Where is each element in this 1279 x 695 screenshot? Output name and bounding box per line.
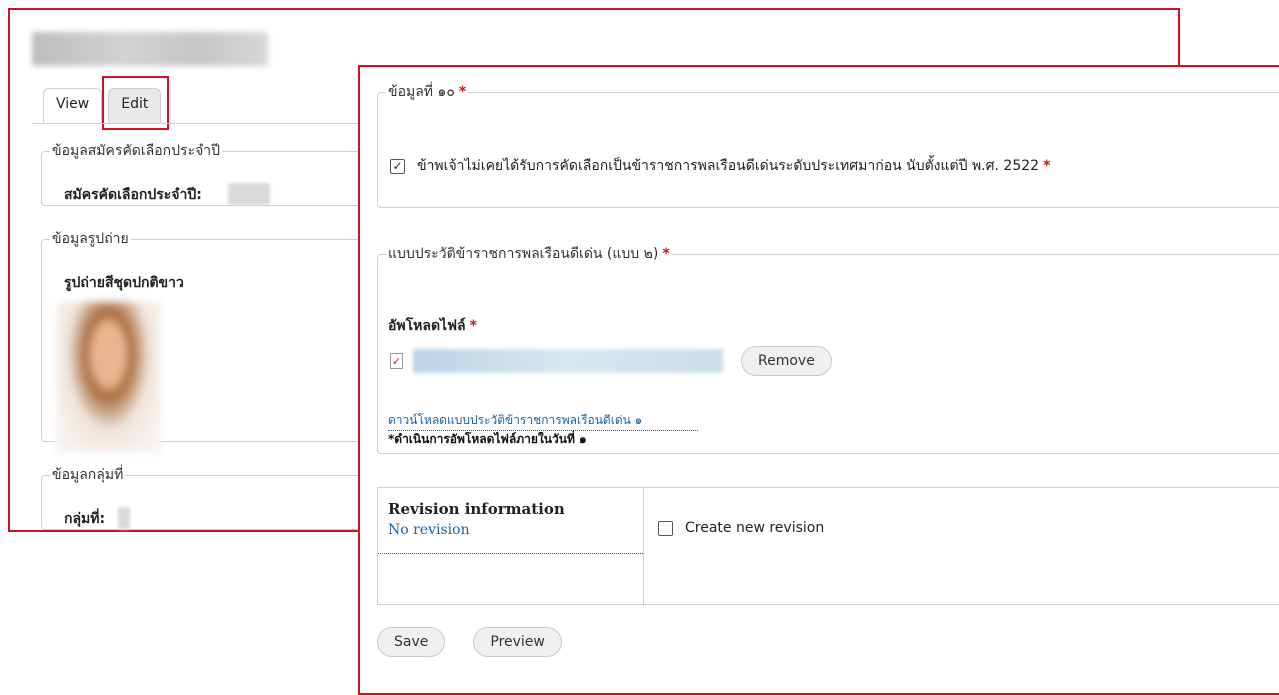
required-mark: * — [469, 318, 477, 334]
remove-button[interactable]: Remove — [741, 346, 832, 376]
redacted-page-title — [32, 32, 268, 66]
photo-label: รูปถ่ายสีชุดปกติขาว — [64, 275, 184, 291]
save-button[interactable]: Save — [377, 627, 446, 657]
edit-form-panel: ข้อมูลที่ ๑๐ * ✓ ข้าพเจ้าไม่เคยได้รับการค… — [358, 65, 1279, 695]
revision-vertical-tab[interactable]: Revision information No revision — [378, 488, 643, 554]
redacted-file-name[interactable] — [413, 349, 723, 373]
revision-information-box: Revision information No revision Create … — [377, 487, 1279, 606]
required-mark: * — [662, 246, 670, 262]
create-revision-row[interactable]: Create new revision — [658, 520, 824, 536]
declaration-label: ข้าพเจ้าไม่เคยได้รับการคัดเลือกเป็นข้ารา… — [417, 158, 1040, 174]
required-mark: * — [458, 84, 467, 100]
declaration-checkbox-row[interactable]: ✓ ข้าพเจ้าไม่เคยได้รับการคัดเลือกเป็นข้า… — [390, 155, 1050, 177]
section-legend: ข้อมูลที่ ๑๐ * — [386, 81, 468, 103]
section-legend: ข้อมูลสมัครคัดเลือกประจำปี — [52, 143, 221, 159]
annual-application-label: สมัครคัดเลือกประจำปี: — [64, 187, 202, 203]
upload-deadline-note: *ดำเนินการอัพโหลดไฟล์ภายในวันที่ ๑ — [388, 432, 587, 446]
declaration-checkbox[interactable]: ✓ — [390, 158, 405, 174]
profile-photo — [56, 302, 161, 452]
revision-pane: Create new revision — [643, 488, 1279, 606]
pdf-file-icon: ✓ — [390, 353, 403, 369]
photo-section: ข้อมูลรูปถ่าย รูปถ่ายสีชุดปกติขาว — [41, 228, 381, 452]
section-legend: ข้อมูลรูปถ่าย — [52, 231, 129, 247]
revision-title: Revision information — [388, 500, 565, 518]
required-mark: * — [1043, 158, 1051, 174]
redacted-group-value — [118, 507, 130, 529]
section-legend-text: แบบประวัติข้าราชการพลเรือนดีเด่น (แบบ ๒) — [388, 246, 659, 262]
preview-button[interactable]: Preview — [473, 627, 562, 657]
form-actions: Save Preview — [377, 627, 562, 657]
tab-view[interactable]: View — [43, 88, 103, 124]
group-section: ข้อมูลกลุ่มที่ กลุ่มที่: — [41, 464, 381, 530]
tabs-divider — [32, 123, 372, 124]
upload-file-label: อัพโหลดไฟล์ * — [388, 315, 477, 337]
download-form-link[interactable]: ดาวน์โหลดแบบประวัติข้าราชการพลเรือนดีเด่… — [388, 411, 698, 431]
create-revision-checkbox[interactable] — [658, 520, 673, 536]
form2-upload-section: แบบประวัติข้าราชการพลเรือนดีเด่น (แบบ ๒)… — [377, 243, 1279, 454]
section-legend-text: ข้อมูลที่ ๑๐ — [388, 84, 455, 100]
section-legend: ข้อมูลกลุ่มที่ — [52, 467, 124, 483]
group-label: กลุ่มที่: — [64, 511, 106, 527]
create-revision-label: Create new revision — [685, 520, 825, 536]
upload-file-label-text: อัพโหลดไฟล์ — [388, 318, 466, 334]
redacted-year-value — [228, 183, 270, 205]
annual-application-section: ข้อมูลสมัครคัดเลือกประจำปี สมัครคัดเลือก… — [41, 140, 381, 206]
info-10-section: ข้อมูลที่ ๑๐ * ✓ ข้าพเจ้าไม่เคยได้รับการค… — [377, 81, 1279, 208]
uploaded-file-row: ✓ Remove — [390, 345, 1090, 377]
edit-tab-highlight — [102, 76, 169, 130]
revision-summary: No revision — [388, 522, 470, 538]
section-legend: แบบประวัติข้าราชการพลเรือนดีเด่น (แบบ ๒)… — [386, 243, 672, 265]
